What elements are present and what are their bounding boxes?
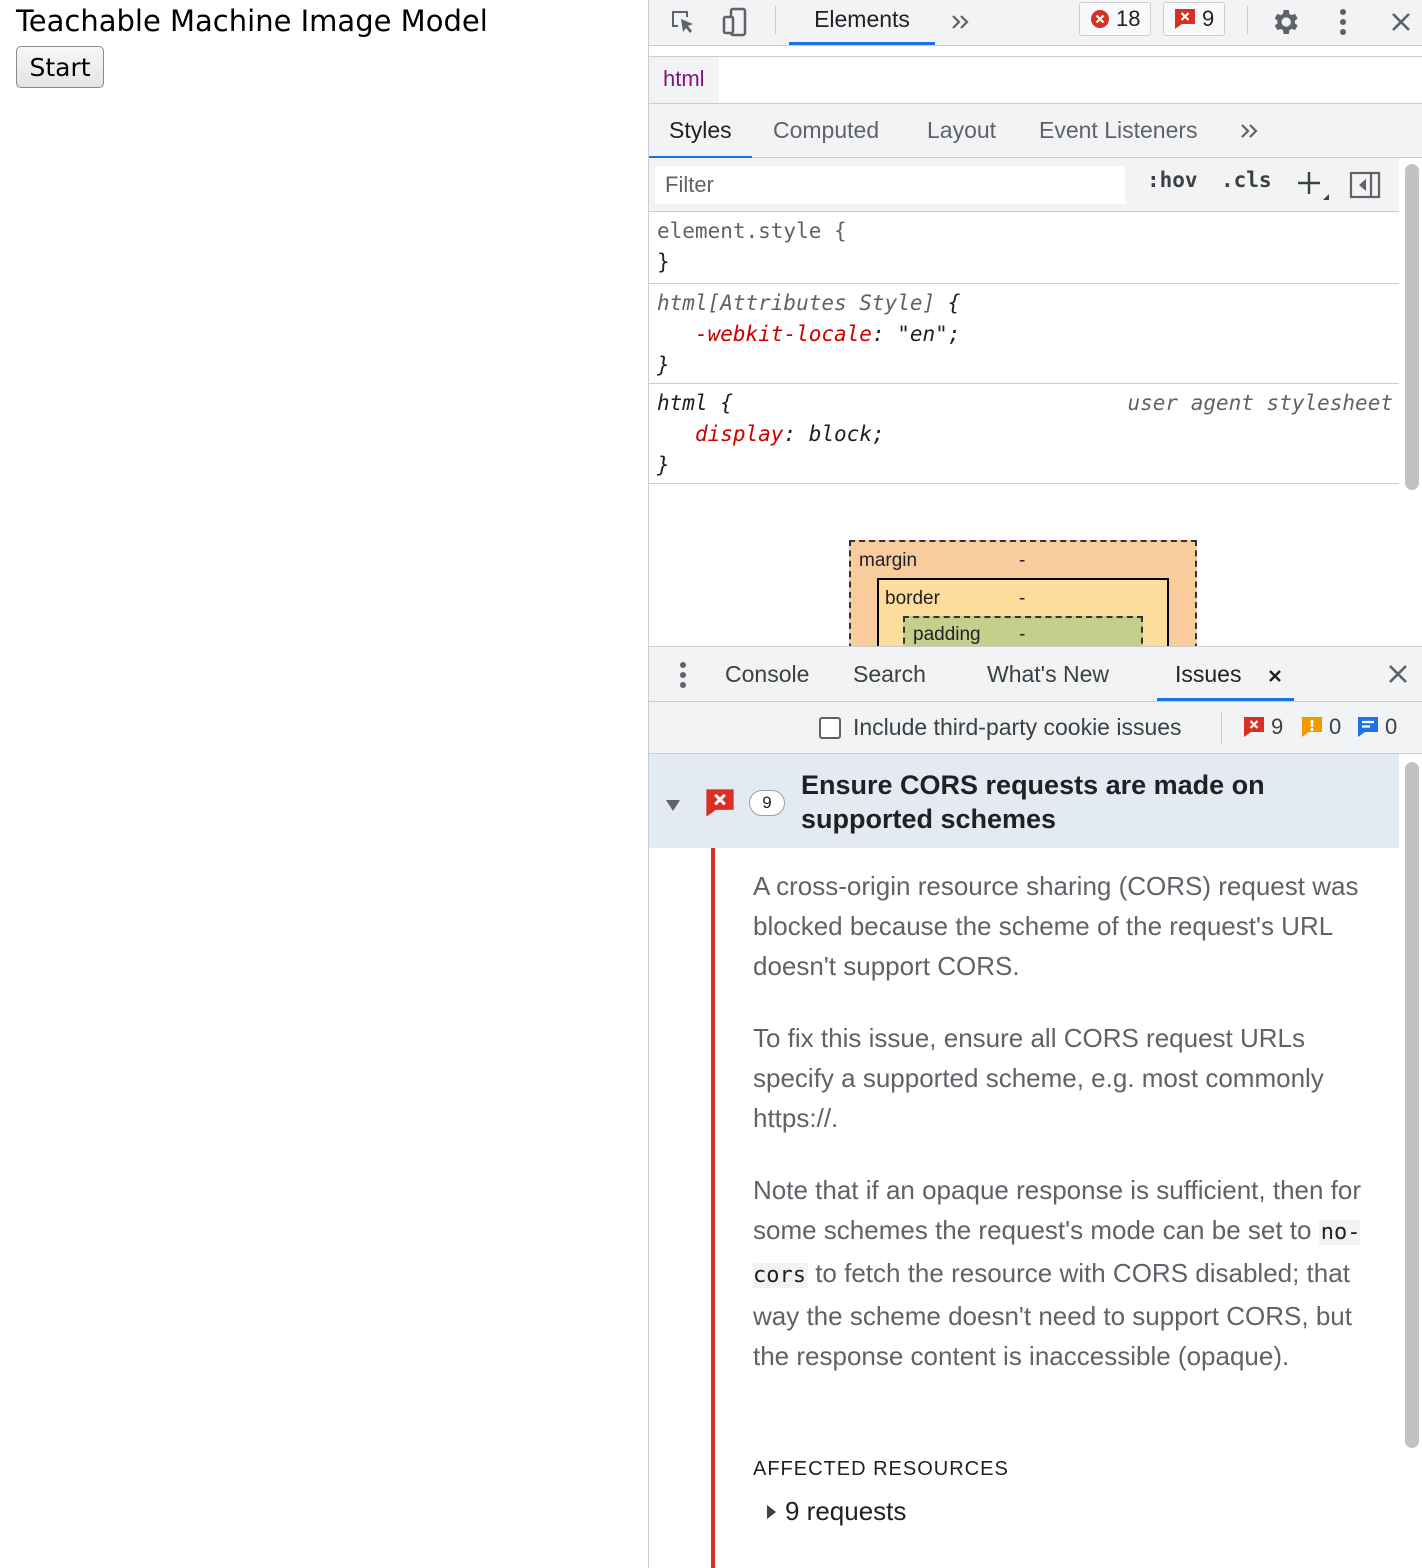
- page-heading: Teachable Machine Image Model: [16, 4, 488, 38]
- cls-toggle-button[interactable]: .cls: [1221, 168, 1272, 192]
- tab-styles[interactable]: Styles: [649, 104, 752, 159]
- affected-requests-label: 9 requests: [785, 1496, 907, 1526]
- box-model-margin-label: margin: [859, 550, 918, 571]
- issue-description-2: To fix this issue, ensure all CORS reque…: [753, 1023, 1324, 1133]
- issues-scrollbar[interactable]: [1405, 762, 1419, 1448]
- box-model-padding-value[interactable]: -: [1019, 624, 1025, 646]
- toggle-sidebar-icon[interactable]: [1349, 171, 1381, 204]
- close-devtools-icon[interactable]: [1383, 4, 1419, 40]
- box-model-margin[interactable]: margin - border - padding -: [849, 540, 1197, 678]
- styles-filter-bar: :hov .cls: [649, 158, 1399, 212]
- web-page: Teachable Machine Image Model Start: [0, 0, 648, 1568]
- rule-attributes-style: html[Attributes Style] { -webkit-locale:…: [649, 284, 1399, 384]
- rule-user-agent: html { user agent stylesheet display: bl…: [649, 384, 1399, 484]
- start-button[interactable]: Start: [16, 46, 104, 88]
- issue-warning-icon: [1302, 717, 1322, 737]
- box-model-border-label: border: [885, 588, 940, 609]
- rule-close: }: [657, 353, 670, 377]
- rule-selector: html[Attributes Style]: [657, 291, 936, 315]
- affected-requests-toggle[interactable]: 9 requests: [765, 1496, 906, 1527]
- issue-description-3: Note that if an opaque response is suffi…: [753, 1175, 1362, 1371]
- tab-issues[interactable]: Issues: [1156, 647, 1295, 701]
- css-value[interactable]: block: [809, 422, 872, 446]
- styles-scrollbar[interactable]: [1405, 164, 1419, 490]
- rule-close: }: [657, 453, 670, 477]
- css-value[interactable]: "en": [897, 322, 948, 346]
- tab-elements[interactable]: Elements: [789, 0, 935, 46]
- third-party-cookie-label[interactable]: Include third-party cookie issues: [853, 714, 1182, 741]
- affected-resources-heading: AFFECTED RESOURCES: [753, 1458, 1009, 1480]
- box-model-border-value[interactable]: -: [1019, 588, 1025, 610]
- new-style-rule-plus-icon[interactable]: [1297, 170, 1331, 209]
- issue-body: A cross-origin resource sharing (CORS) r…: [649, 848, 1399, 1568]
- tab-console[interactable]: Console: [725, 647, 809, 701]
- issues-warning-count: 0: [1301, 714, 1341, 740]
- third-party-cookie-checkbox[interactable]: [819, 717, 841, 739]
- issues-counter[interactable]: 9: [1163, 2, 1226, 36]
- drawer-tabbar: Console Search What's New Issues: [649, 646, 1422, 702]
- issues-error-count: 9: [1243, 714, 1283, 740]
- rule-selector: element.style {: [657, 219, 847, 243]
- hov-toggle-button[interactable]: :hov: [1147, 168, 1198, 192]
- rule-selector: html {: [657, 391, 733, 415]
- inspect-element-icon[interactable]: [665, 4, 701, 40]
- css-property[interactable]: -webkit-locale: [695, 322, 872, 346]
- issues-info-count: 0: [1357, 714, 1397, 740]
- styles-subtabs: Styles Computed Layout Event Listeners: [649, 104, 1422, 159]
- tab-whats-new[interactable]: What's New: [987, 647, 1109, 701]
- tab-layout[interactable]: Layout: [927, 104, 996, 158]
- devtools-toolbar: Elements 18 9: [649, 0, 1422, 46]
- collapse-triangle-icon[interactable]: [665, 798, 681, 817]
- error-count: 18: [1116, 6, 1141, 31]
- rule-close: }: [657, 250, 670, 274]
- box-model-margin-value[interactable]: -: [1019, 550, 1025, 572]
- tab-issues-label: Issues: [1175, 661, 1242, 687]
- toolbar-separator: [1221, 712, 1222, 744]
- close-tab-icon[interactable]: [1268, 669, 1282, 683]
- issue-error-icon: [705, 788, 735, 823]
- dom-breadcrumb: html: [649, 56, 1422, 104]
- issue-error-icon: [1244, 717, 1264, 737]
- issue-info-icon: [1358, 717, 1378, 737]
- more-subtabs-chevron-icon[interactable]: [1239, 122, 1261, 145]
- more-tabs-chevron-icon[interactable]: [943, 4, 979, 40]
- expand-triangle-icon: [767, 1504, 776, 1519]
- issue-description-1: A cross-origin resource sharing (CORS) r…: [753, 871, 1359, 981]
- issue-title: Ensure CORS requests are made on support…: [801, 770, 1265, 834]
- error-counter[interactable]: 18: [1079, 2, 1152, 36]
- drawer-menu-icon[interactable]: [679, 661, 687, 694]
- settings-gear-icon[interactable]: [1267, 4, 1303, 40]
- box-model-padding-label: padding: [913, 624, 981, 645]
- error-circle-icon: [1091, 10, 1109, 28]
- issues-toolbar: Include third-party cookie issues 9 0 0: [649, 702, 1422, 754]
- rule-origin: user agent stylesheet: [1127, 391, 1393, 415]
- issue-severity-bar: [711, 848, 715, 1568]
- issue-occurrence-badge: 9: [749, 790, 785, 816]
- close-drawer-icon[interactable]: [1387, 663, 1409, 690]
- more-options-icon[interactable]: [1325, 4, 1361, 40]
- toolbar-separator: [775, 6, 776, 34]
- styles-filter-input[interactable]: [655, 166, 1125, 204]
- issue-count: 9: [1202, 6, 1215, 31]
- issue-error-icon: [1175, 9, 1195, 29]
- devtools-panel: Elements 18 9 html Styles Computed Layou…: [648, 0, 1422, 1568]
- device-toggle-icon[interactable]: [719, 4, 755, 40]
- tab-search[interactable]: Search: [853, 647, 926, 701]
- tab-computed[interactable]: Computed: [773, 104, 879, 158]
- breadcrumb-html[interactable]: html: [649, 57, 719, 103]
- toolbar-separator: [1247, 6, 1248, 34]
- tab-event-listeners[interactable]: Event Listeners: [1039, 104, 1198, 158]
- styles-pane: element.style { } html[Attributes Style]…: [649, 212, 1399, 678]
- issue-header[interactable]: 9 Ensure CORS requests are made on suppo…: [649, 754, 1399, 848]
- rule-element-style: element.style { }: [649, 212, 1399, 284]
- css-property[interactable]: display: [695, 422, 784, 446]
